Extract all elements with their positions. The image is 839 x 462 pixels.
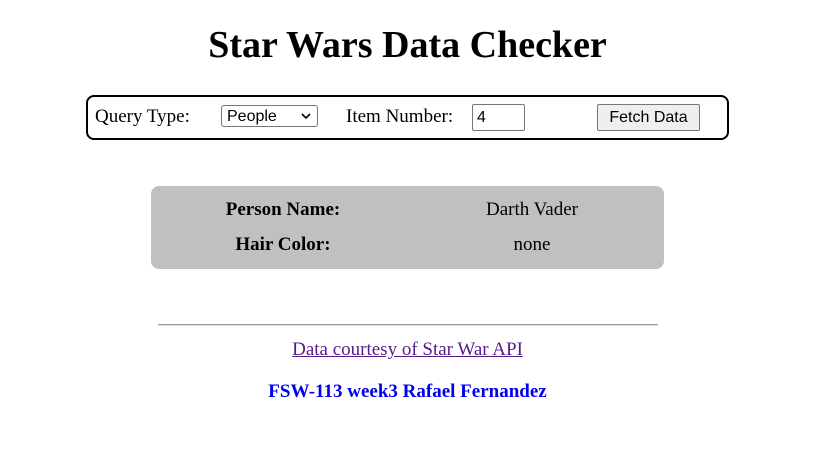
hair-color-label: Hair Color: xyxy=(235,234,331,255)
divider xyxy=(158,324,658,326)
api-credit-link[interactable]: Data courtesy of Star War API xyxy=(0,339,815,361)
person-name-label: Person Name: xyxy=(225,199,341,220)
hair-color-value: none xyxy=(513,234,551,255)
item-number-input[interactable]: 4 xyxy=(472,104,525,131)
query-type-selected-value: People xyxy=(227,108,277,125)
item-number-label: Item Number: xyxy=(346,106,454,127)
person-name-value: Darth Vader xyxy=(486,199,578,220)
chevron-down-icon xyxy=(301,113,311,120)
query-type-label: Query Type: xyxy=(95,106,190,127)
fetch-data-button[interactable]: Fetch Data xyxy=(597,104,700,131)
query-type-select[interactable]: People xyxy=(221,105,318,127)
page: Star Wars Data Checker Query Type: Peopl… xyxy=(0,0,839,462)
result-card: Person Name: Darth Vader Hair Color: non… xyxy=(151,186,664,269)
page-title: Star Wars Data Checker xyxy=(208,24,607,66)
query-form: Query Type: People Item Number: 4 Fetch … xyxy=(86,95,729,140)
author-credit: FSW-113 week3 Rafael Fernandez xyxy=(268,381,547,402)
